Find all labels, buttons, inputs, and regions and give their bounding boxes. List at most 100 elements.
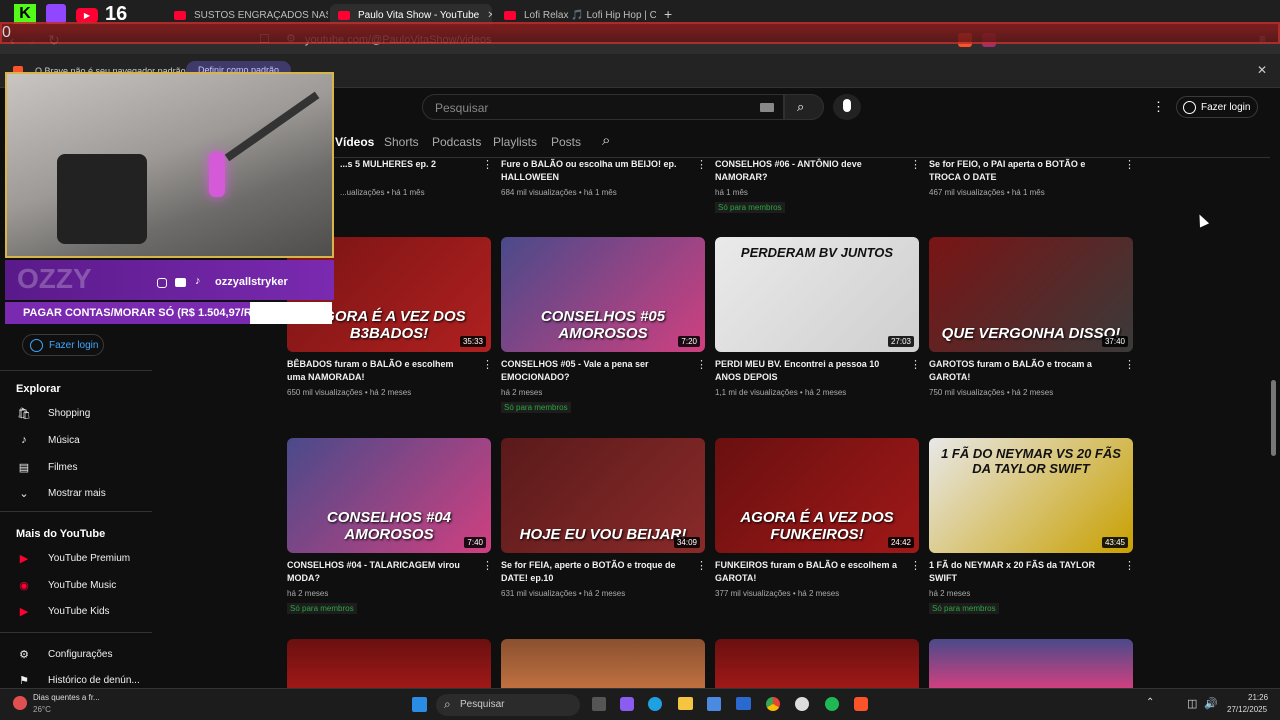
search-button[interactable]: ⌕ <box>784 94 824 120</box>
members-only-badge: Só para membros <box>715 202 785 213</box>
account-icon <box>1183 101 1196 114</box>
video-title[interactable]: CONSELHOS #04 - TALARICAGEM virou MODA? <box>287 559 473 585</box>
webcam-chair <box>57 154 147 244</box>
tray-chevron-icon[interactable]: ⌃ <box>1146 697 1154 708</box>
sidebar-item-premium[interactable]: ▶ YouTube Premium <box>16 551 130 565</box>
thumbnail-caption: 1 FÃ DO NEYMAR VS 20 FÃS DA TAYLOR SWIFT <box>941 446 1121 476</box>
tab-podcasts[interactable]: Podcasts <box>432 135 481 149</box>
video-menu-icon[interactable]: ⋮ <box>482 158 493 171</box>
video-thumbnail[interactable]: QUE VERGONHA DISSO! 37:40 <box>929 237 1133 352</box>
video-duration: 43:45 <box>1101 537 1128 548</box>
tab-label: Paulo Vita Show - YouTube <box>358 9 480 21</box>
video-title[interactable]: Se for FEIA, aperte o BOTÃO e troque de … <box>501 559 687 585</box>
chrome-icon[interactable] <box>766 697 780 711</box>
sidebar-item-label: YouTube Kids <box>48 605 110 617</box>
start-icon[interactable] <box>412 697 427 712</box>
volume-icon[interactable]: 🔊 <box>1204 697 1218 710</box>
video-menu-icon[interactable]: ⋮ <box>1124 559 1135 572</box>
video-menu-icon[interactable]: ⋮ <box>910 158 921 171</box>
search-icon: ⌕ <box>444 697 451 711</box>
video-thumbnail[interactable] <box>929 639 1133 688</box>
voice-search-button[interactable] <box>833 94 861 120</box>
close-notice-icon[interactable]: ✕ <box>1257 63 1267 77</box>
more-options-icon[interactable]: ⋮ <box>1152 99 1165 115</box>
thumbnail-caption: AGORA É A VEZ DOS FUNKEIROS! <box>740 509 894 543</box>
video-title[interactable]: CONSELHOS #05 - Vale a pena ser EMOCIONA… <box>501 358 687 384</box>
tab-shorts[interactable]: Shorts <box>384 135 419 149</box>
video-thumbnail[interactable] <box>501 639 705 688</box>
sidebar-item-settings[interactable]: ⚙ Configurações <box>16 647 112 661</box>
kick-logo: K <box>14 4 36 24</box>
new-tab-icon[interactable]: + <box>664 6 672 22</box>
brave-taskbar-icon[interactable] <box>854 697 868 711</box>
twitch-logo <box>46 4 66 24</box>
weather-temp: 26°C <box>33 705 51 714</box>
sidebar-item-films[interactable]: ▤ Filmes <box>16 460 78 474</box>
video-thumbnail[interactable]: AGORA É A VEZ DOS FUNKEIROS! 24:42 <box>715 438 919 553</box>
network-icon[interactable]: ◫ <box>1187 697 1197 710</box>
video-title[interactable]: Se for FEIO, o PAI aperta o BOTÃO e TROC… <box>929 158 1115 184</box>
video-menu-icon[interactable]: ⋮ <box>696 158 707 171</box>
video-title[interactable]: CONSELHOS #06 - ANTÔNIO deve NAMORAR? <box>715 158 901 184</box>
video-thumbnail[interactable] <box>287 639 491 688</box>
page-scrollbar[interactable] <box>1271 380 1276 456</box>
video-menu-icon[interactable]: ⋮ <box>696 559 707 572</box>
video-title[interactable]: GAROTOS furam o BALÃO e trocam a GAROTA! <box>929 358 1115 384</box>
sidebar-item-report-history[interactable]: ⚑ Histórico de denún... <box>16 673 140 687</box>
thumbnail-caption: CONSELHOS #05 AMOROSOS <box>540 308 666 342</box>
task-view-icon[interactable] <box>592 697 606 711</box>
video-menu-icon[interactable]: ⋮ <box>910 559 921 572</box>
tab-playlists[interactable]: Playlists <box>493 135 537 149</box>
video-title[interactable]: 1 FÃ do NEYMAR x 20 FÃS da TAYLOR SWIFT <box>929 559 1115 585</box>
taskbar-search[interactable]: ⌕ Pesquisar <box>436 694 580 716</box>
video-title[interactable]: ...s 5 MULHERES ep. 2 <box>340 158 526 171</box>
video-title[interactable]: Fure o BALÃO ou escolha um BEIJO! ep. HA… <box>501 158 687 184</box>
login-button[interactable]: Fazer login <box>1176 96 1258 118</box>
mail-icon[interactable] <box>736 697 751 710</box>
video-title[interactable]: FUNKEIROS furam o BALÃO e escolhem a GAR… <box>715 559 901 585</box>
video-duration: 7:40 <box>464 537 486 548</box>
sidebar-item-music-app[interactable]: ◉ YouTube Music <box>16 578 116 592</box>
close-tab-icon[interactable]: ✕ <box>479 10 492 21</box>
channel-search-icon[interactable]: ⌕ <box>602 132 610 149</box>
video-menu-icon[interactable]: ⋮ <box>482 358 493 371</box>
copilot-icon[interactable] <box>620 697 634 711</box>
video-thumbnail[interactable]: CONSELHOS #05 AMOROSOS 7:20 <box>501 237 705 352</box>
store-icon[interactable] <box>707 697 721 711</box>
search-icon: ⌕ <box>797 99 805 114</box>
youtube-premium-icon: ▶ <box>19 552 29 565</box>
sidebar-login-label: Fazer login <box>49 339 99 351</box>
instagram-icon <box>157 278 167 288</box>
keyboard-icon[interactable] <box>760 103 774 112</box>
video-title[interactable]: PERDI MEU BV. Encontrei a pessoa 10 ANOS… <box>715 358 901 384</box>
tab-posts[interactable]: Posts <box>551 135 581 149</box>
video-thumbnail[interactable] <box>715 639 919 688</box>
video-menu-icon[interactable]: ⋮ <box>1124 358 1135 371</box>
video-thumbnail[interactable]: CONSELHOS #04 AMOROSOS 7:40 <box>287 438 491 553</box>
sidebar-item-music[interactable]: ♪ Música <box>16 433 79 447</box>
youtube-favicon-icon <box>338 10 350 20</box>
video-thumbnail[interactable]: PERDERAM BV JUNTOS 27:03 <box>715 237 919 352</box>
weather-icon <box>13 696 27 710</box>
github-icon[interactable] <box>795 697 809 711</box>
spotify-icon[interactable] <box>825 697 839 711</box>
sidebar-item-show-more[interactable]: ⌄ Mostrar mais <box>16 486 105 500</box>
clock-time[interactable]: 21:26 <box>1248 693 1268 702</box>
sidebar-divider <box>0 511 152 512</box>
video-thumbnail[interactable]: HOJE EU VOU BEIJAR! 34:09 <box>501 438 705 553</box>
sidebar-item-shopping[interactable]: 🛍 Shopping <box>16 406 90 420</box>
video-thumbnail[interactable]: 1 FÃ DO NEYMAR VS 20 FÃS DA TAYLOR SWIFT… <box>929 438 1133 553</box>
video-menu-icon[interactable]: ⋮ <box>696 358 707 371</box>
clock-date[interactable]: 27/12/2025 <box>1227 705 1267 714</box>
search-input[interactable]: Pesquisar <box>422 94 784 120</box>
tab-videos[interactable]: Vídeos <box>335 135 374 149</box>
video-menu-icon[interactable]: ⋮ <box>482 559 493 572</box>
edge-icon[interactable] <box>648 697 662 711</box>
sidebar-item-kids[interactable]: ▶ YouTube Kids <box>16 604 110 618</box>
sidebar-login-button[interactable]: Fazer login <box>22 334 104 356</box>
video-menu-icon[interactable]: ⋮ <box>1124 158 1135 171</box>
file-explorer-icon[interactable] <box>678 697 693 710</box>
video-title[interactable]: BÊBADOS furam o BALÃO e escolhem uma NAM… <box>287 358 473 384</box>
video-menu-icon[interactable]: ⋮ <box>910 358 921 371</box>
mouse-cursor <box>1194 212 1210 228</box>
